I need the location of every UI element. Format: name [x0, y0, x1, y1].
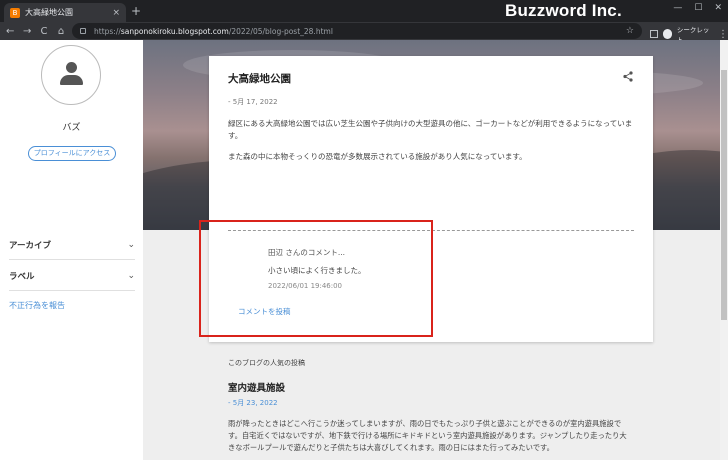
maximize-icon[interactable]: ☐: [694, 3, 702, 13]
browser-tab[interactable]: B 大高緑地公園 ×: [4, 3, 126, 22]
post-paragraph: 緑区にある大高緑地公園では広い芝生公園や子供向けの大型遊具の他に、ゴーカートなど…: [228, 119, 633, 140]
url-text: https://sanponokiroku.blogspot.com/2022/…: [94, 27, 333, 36]
address-bar[interactable]: https://sanponokiroku.blogspot.com/2022/…: [72, 23, 642, 39]
popular-heading: このブログの人気の投稿: [228, 359, 305, 367]
scrollbar[interactable]: [720, 40, 728, 460]
back-icon[interactable]: ←: [6, 26, 14, 37]
person-head: [66, 62, 77, 73]
chevron-down-icon[interactable]: ⌄: [127, 240, 135, 250]
post-date[interactable]: - 5月 17, 2022: [228, 97, 278, 107]
popular-post-title[interactable]: 室内遊具施設: [228, 380, 285, 394]
highlight-box: [199, 220, 433, 337]
minimize-icon[interactable]: —: [673, 3, 682, 13]
popular-posts: このブログの人気の投稿 室内遊具施設 - 5月 23, 2022 雨が降ったとき…: [228, 358, 638, 452]
url-host: sanponokiroku.blogspot.com: [120, 26, 229, 36]
archive-section[interactable]: アーカイブ ⌄: [9, 230, 135, 260]
post-paragraph: また森の中に本物そっくりの恐竜が多数展示されている施設があり人気になっています。: [228, 152, 527, 161]
tab-close-icon[interactable]: ×: [112, 8, 120, 18]
home-icon[interactable]: ⌂: [57, 26, 65, 37]
window-controls: — ☐ ✕: [673, 3, 722, 13]
incognito-icon[interactable]: [662, 29, 672, 39]
avatar[interactable]: [41, 45, 101, 105]
browser-titlebar: B 大高緑地公園 × + Buzzword Inc. — ☐ ✕: [0, 0, 728, 22]
sidebar: バズ プロフィールにアクセス アーカイブ ⌄ ラベル ⌄ 不正行為を報告: [0, 40, 143, 460]
brand-watermark: Buzzword Inc.: [505, 1, 622, 20]
visit-profile-button[interactable]: プロフィールにアクセス: [28, 146, 116, 161]
forward-icon[interactable]: →: [23, 26, 31, 37]
chevron-down-icon[interactable]: ⌄: [127, 271, 135, 281]
lock-icon[interactable]: [80, 28, 86, 34]
popular-post-snippet: 雨が降ったときはどこへ行こうか迷ってしまいますが、雨の日でもたっぷり子供と遊ぶこ…: [228, 419, 627, 452]
labels-section[interactable]: ラベル ⌄: [9, 261, 135, 291]
share-icon[interactable]: [623, 71, 633, 82]
new-tab-button[interactable]: +: [131, 4, 141, 18]
browser-menu-icon[interactable]: ⋮: [718, 29, 728, 40]
post-title[interactable]: 大高緑地公園: [228, 71, 291, 86]
post-body: 緑区にある大高緑地公園では広い芝生公園や子供向けの大型遊具の他に、ゴーカートなど…: [228, 118, 638, 172]
tab-title: 大高緑地公園: [25, 8, 73, 17]
archive-label: アーカイブ: [9, 240, 51, 251]
url-path: /2022/05/blog-post_28.html: [228, 26, 333, 36]
blogger-favicon-icon: B: [10, 7, 20, 18]
person-body: [60, 75, 83, 85]
browser-toolbar: ← → C ⌂ https://sanponokiroku.blogspot.c…: [0, 22, 728, 44]
popular-post-date[interactable]: - 5月 23, 2022: [228, 398, 278, 408]
url-scheme: https://: [94, 26, 121, 36]
report-abuse-link[interactable]: 不正行為を報告: [9, 300, 65, 311]
scrollbar-thumb[interactable]: [721, 70, 727, 320]
bookmark-star-icon[interactable]: ☆: [626, 26, 634, 36]
side-panel-icon[interactable]: [650, 30, 658, 38]
close-window-icon[interactable]: ✕: [714, 3, 722, 13]
page-viewport: バズ プロフィールにアクセス アーカイブ ⌄ ラベル ⌄ 不正行為を報告 大高緑…: [0, 40, 728, 460]
labels-label: ラベル: [9, 271, 35, 282]
reload-icon[interactable]: C: [40, 26, 48, 37]
profile-name: バズ: [62, 123, 81, 133]
